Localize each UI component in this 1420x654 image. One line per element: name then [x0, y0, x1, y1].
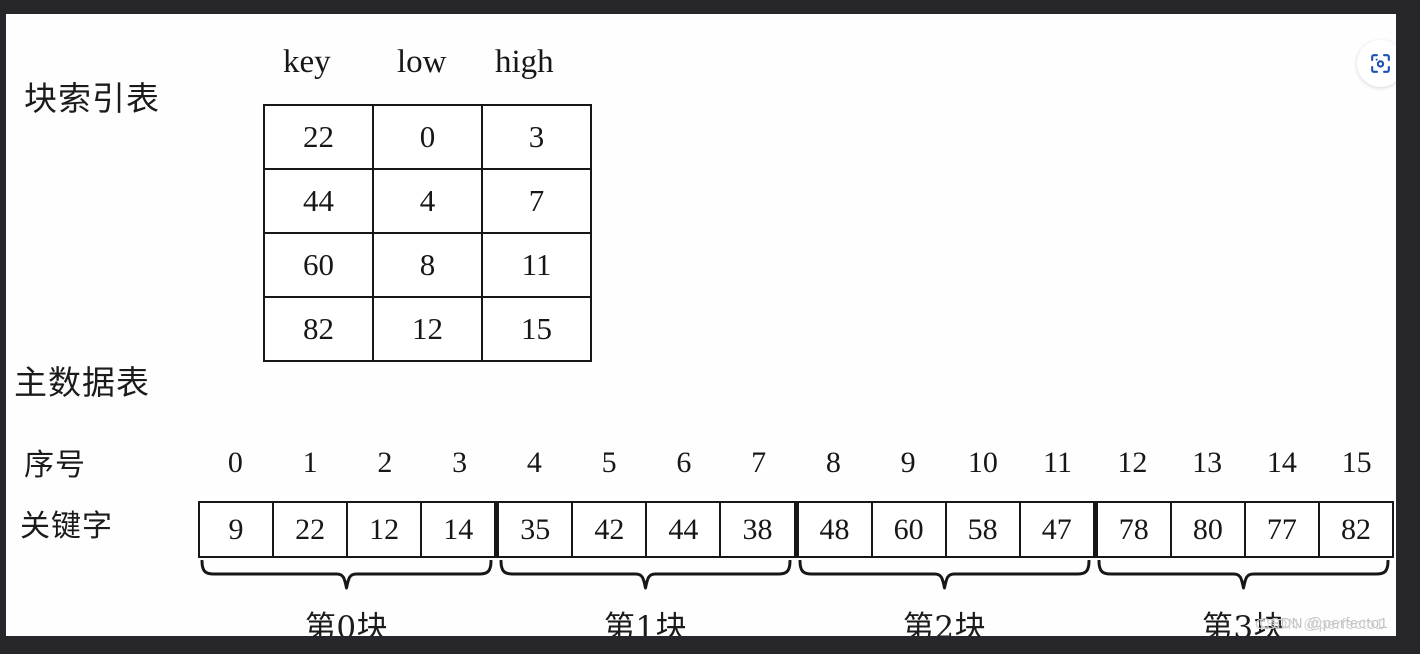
block-brace — [499, 560, 792, 594]
sequence-number: 5 — [601, 446, 617, 479]
index-cell-key: 22 — [263, 104, 374, 170]
watermark-text-shadow: CSDN @perfecto1 — [1255, 616, 1384, 633]
keyword-cell: 35 — [496, 503, 574, 556]
sequence-number: 8 — [825, 446, 841, 479]
index-cell-high: 11 — [481, 232, 592, 298]
block-brace — [200, 560, 493, 594]
keyword-cell: 9 — [200, 503, 275, 556]
index-cell-key: 60 — [263, 232, 374, 298]
keyword-cell: 80 — [1172, 503, 1246, 556]
index-cell-key: 82 — [263, 296, 374, 362]
block-label: 第2块 — [902, 610, 987, 636]
sequence-number: 10 — [967, 446, 998, 479]
sequence-number: 12 — [1117, 446, 1148, 479]
sequence-number: 11 — [1043, 446, 1073, 479]
keyword-row: 9 22 12 14 35 42 44 38 48 60 58 47 78 80 77 82 — [198, 501, 1394, 558]
figure-canvas: 块索引表 主数据表 序号 关键字 key low high 22 0 3 44 4 7 60… — [6, 14, 1396, 636]
index-table-row: 82 12 15 — [263, 296, 592, 362]
block-label: 第1块 — [603, 610, 688, 636]
index-cell-low: 8 — [372, 232, 483, 298]
keyword-cell: 22 — [274, 503, 349, 556]
keyword-cell: 38 — [721, 503, 796, 556]
sequence-number: 15 — [1341, 446, 1372, 479]
keyword-cell: 47 — [1021, 503, 1095, 556]
index-table-header: key low high — [257, 44, 587, 86]
index-header-low: low — [397, 44, 447, 80]
index-cell-high: 3 — [481, 104, 592, 170]
keyword-cell: 82 — [1340, 512, 1371, 546]
keyword-cell: 78 — [1094, 503, 1172, 556]
block-label: 第0块 — [304, 610, 389, 636]
sequence-number: 4 — [526, 446, 542, 479]
keyword-cell: 60 — [873, 503, 947, 556]
sequence-number: 13 — [1192, 446, 1223, 479]
sequence-number: 1 — [302, 446, 318, 479]
block-label-row: 第0块 第1块 第2块 第3块 — [198, 602, 1394, 636]
watermark: CSDN @perfecto1 CSDN @perfecto1 — [1255, 615, 1388, 633]
index-header-high: high — [495, 44, 554, 80]
index-cell-high: 7 — [481, 168, 592, 234]
index-table-row: 60 8 11 — [263, 232, 592, 298]
sequence-number-row: 0 1 2 3 4 5 6 7 8 9 10 11 12 13 14 15 — [198, 446, 1394, 482]
keyword-cell: 12 — [348, 503, 423, 556]
index-table-label: 块索引表 — [24, 79, 160, 118]
index-cell-low: 12 — [372, 296, 483, 362]
block-brace — [798, 560, 1091, 594]
main-table-label: 主数据表 — [14, 363, 150, 402]
sequence-number: 6 — [676, 446, 692, 479]
keyword-cell: 42 — [573, 503, 648, 556]
index-table-row: 44 4 7 — [263, 168, 592, 234]
sequence-number: 0 — [227, 446, 243, 479]
block-brace — [1097, 560, 1390, 594]
keyword-cell: 48 — [795, 503, 873, 556]
index-table: 22 0 3 44 4 7 60 8 11 82 12 15 — [263, 104, 592, 362]
index-cell-low: 0 — [372, 104, 483, 170]
sequence-number: 3 — [452, 446, 468, 479]
key-row-label: 关键字 — [20, 509, 113, 544]
index-cell-high: 15 — [481, 296, 592, 362]
keyword-cell: 58 — [947, 503, 1021, 556]
sequence-number: 14 — [1266, 446, 1297, 479]
index-cell-low: 4 — [372, 168, 483, 234]
keyword-cell: 44 — [647, 503, 722, 556]
image-frame: 块索引表 主数据表 序号 关键字 key low high 22 0 3 44 4 7 60… — [0, 0, 1420, 654]
index-cell-key: 44 — [263, 168, 374, 234]
sequence-number: 9 — [900, 446, 916, 479]
sequence-number: 2 — [377, 446, 393, 479]
index-header-key: key — [283, 44, 331, 80]
block-braces — [198, 560, 1394, 600]
scan-lens-button[interactable] — [1357, 40, 1396, 87]
keyword-cell: 14 — [422, 503, 497, 556]
index-table-row: 22 0 3 — [263, 104, 592, 170]
scan-lens-icon — [1371, 54, 1390, 73]
seq-row-label: 序号 — [24, 448, 86, 483]
keyword-cell: 77 — [1246, 503, 1320, 556]
sequence-number: 7 — [751, 446, 767, 479]
